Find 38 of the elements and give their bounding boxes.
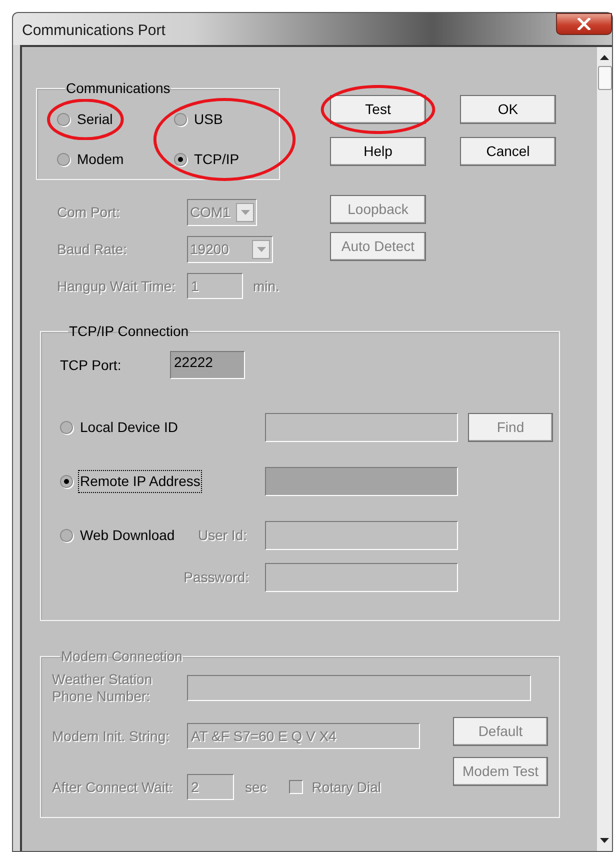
field-label: Weather Station <box>52 671 154 688</box>
unit-label: sec <box>245 778 267 796</box>
field-label: Password: <box>182 568 250 587</box>
field-label: Phone Number: <box>52 688 152 705</box>
field-label: TCP Port: <box>60 356 122 374</box>
close-button[interactable] <box>556 13 612 35</box>
caret-icon <box>256 247 266 252</box>
push-button[interactable]: Test <box>330 95 426 124</box>
field-label: Hangup Wait Time: <box>57 276 177 296</box>
field-label: Baud Rate: <box>57 240 128 259</box>
input-field[interactable] <box>265 467 458 496</box>
radio-button[interactable]: Remote IP Address <box>60 471 202 492</box>
group-title: TCP/IP Connection <box>68 322 190 341</box>
scrollbar[interactable] <box>597 47 612 851</box>
scroll-up-icon[interactable] <box>600 55 610 60</box>
field-label: Modem Init. String: <box>52 726 170 746</box>
window-title: Communications Port <box>22 21 166 41</box>
input-field[interactable]: 22222 <box>170 351 245 379</box>
field-label: Com Port: <box>57 203 122 222</box>
radio-button[interactable]: Modem <box>57 149 125 170</box>
push-button[interactable]: Cancel <box>460 137 556 166</box>
input-field[interactable] <box>187 675 531 701</box>
radio-button[interactable]: TCP/IP <box>174 149 240 170</box>
push-button[interactable]: Help <box>330 137 426 166</box>
group-title: Modem Connection <box>60 647 184 666</box>
radio-button[interactable]: Web Download <box>60 525 176 546</box>
scroll-thumb[interactable] <box>598 66 612 90</box>
radio-button[interactable]: Local Device ID <box>60 417 180 438</box>
group-title: Communications <box>65 79 172 98</box>
field-label: User Id: <box>198 526 247 545</box>
unit-label: min. <box>253 276 280 296</box>
push-button[interactable]: OK <box>460 95 556 124</box>
close-icon <box>577 18 591 30</box>
radio-button[interactable]: USB <box>174 109 224 130</box>
field-label: After Connect Wait: <box>52 778 174 796</box>
caret-icon <box>240 210 250 215</box>
input-field[interactable] <box>265 563 458 592</box>
scroll-down-icon[interactable] <box>600 838 610 843</box>
